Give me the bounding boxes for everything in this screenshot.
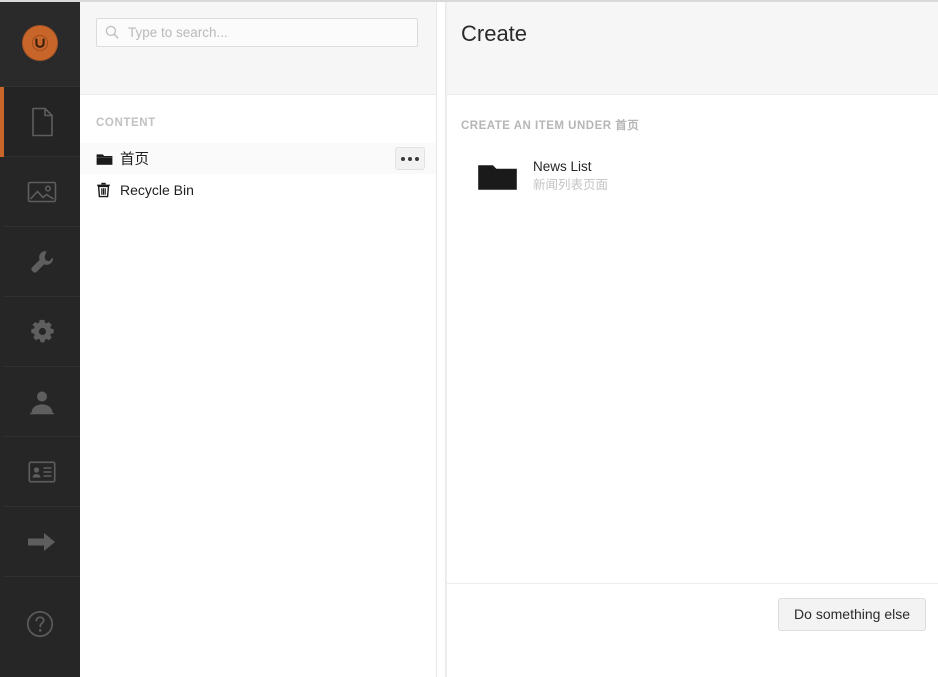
tree-node-options-button[interactable] (395, 147, 425, 170)
create-item-description: 新闻列表页面 (533, 177, 609, 192)
panel-gutter (437, 0, 446, 677)
sidebar-item-users[interactable] (0, 367, 80, 437)
sidebar-item-developer[interactable] (0, 297, 80, 367)
create-item-news-list[interactable]: News List 新闻列表页面 (461, 153, 817, 200)
tree-node-home[interactable]: 首页 (80, 143, 436, 174)
create-under-label: CREATE AN ITEM UNDER 首页 (461, 120, 640, 132)
section-list (0, 86, 80, 577)
trash-icon (96, 182, 118, 198)
umbraco-backoffice: CONTENT 首页 (0, 0, 938, 677)
sidebar-item-members[interactable] (0, 437, 80, 507)
do-something-else-button[interactable]: Do something else (778, 598, 926, 631)
create-editor-panel: Create CREATE AN ITEM UNDER 首页 News List… (446, 0, 938, 677)
arrow-right-icon (27, 531, 57, 553)
editor-header: Create (447, 0, 938, 95)
user-icon (29, 389, 55, 415)
help-circle-icon (26, 610, 54, 643)
section-navigation-rail (0, 0, 80, 677)
folder-icon (96, 152, 118, 166)
sidebar-item-settings[interactable] (0, 227, 80, 297)
umbraco-logo-mark (22, 24, 58, 61)
create-item-name: News List (533, 159, 592, 174)
tree-node-label: 首页 (120, 152, 149, 168)
id-card-icon (28, 461, 56, 483)
tree-body: CONTENT 首页 Recycle Bin (80, 95, 436, 677)
tree-node-recycle-bin[interactable]: Recycle Bin (80, 174, 436, 205)
search-input[interactable] (96, 18, 418, 47)
content-tree-panel: CONTENT 首页 (80, 0, 437, 677)
umbraco-logo[interactable] (0, 0, 80, 87)
page-title: Create (461, 21, 528, 46)
sidebar-item-forms[interactable] (0, 507, 80, 577)
tree-search-area (80, 0, 436, 95)
window-top-edge (0, 0, 938, 2)
sidebar-item-media[interactable] (0, 157, 80, 227)
content-tree-list: 首页 Recycle Bin (80, 143, 436, 205)
dot (415, 156, 419, 161)
editor-footer: Do something else (447, 583, 938, 677)
create-item-text: News List 新闻列表页面 (533, 159, 608, 194)
tree-heading: CONTENT (96, 117, 156, 129)
folder-icon (477, 160, 533, 193)
search-box (96, 18, 418, 47)
tree-node-label: Recycle Bin (120, 181, 194, 198)
dot (408, 156, 412, 161)
editor-content: CREATE AN ITEM UNDER 首页 News List 新闻列表页面 (447, 95, 938, 583)
sidebar-item-content[interactable] (0, 86, 80, 157)
wrench-icon (28, 248, 56, 276)
gear-icon (29, 318, 56, 345)
sidebar-item-help[interactable] (0, 577, 80, 677)
document-type-list: News List 新闻列表页面 (461, 153, 938, 200)
image-icon (27, 180, 57, 204)
document-icon (30, 107, 55, 137)
dot (401, 156, 405, 161)
